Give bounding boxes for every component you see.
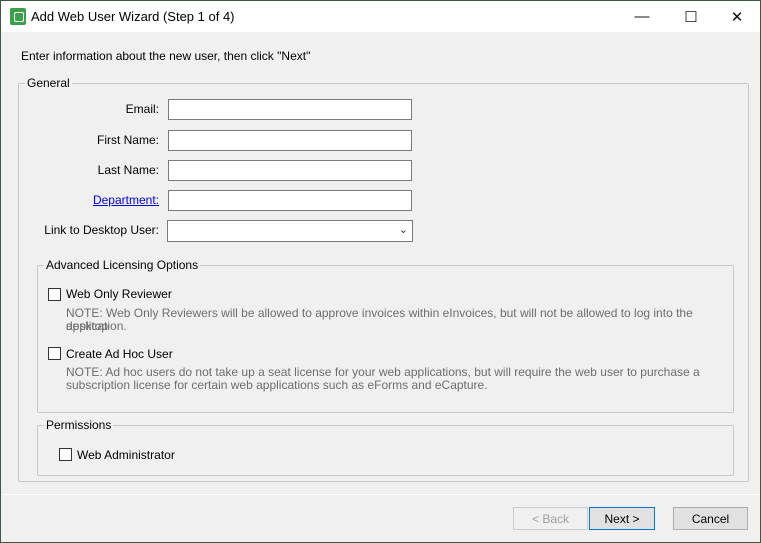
link-desktop-user-label: Link to Desktop User: (44, 223, 159, 237)
adhoc-note-line2: subscription license for certain web app… (66, 378, 488, 392)
close-button[interactable]: ✕ (714, 1, 760, 32)
general-legend: General (25, 76, 72, 90)
email-label: Email: (125, 102, 159, 116)
create-ad-hoc-user-checkbox[interactable] (48, 347, 61, 360)
last-name-label: Last Name: (97, 163, 159, 177)
back-button[interactable]: < Back (513, 507, 588, 530)
app-icon (10, 8, 26, 25)
email-input[interactable] (168, 99, 412, 120)
create-ad-hoc-user-label[interactable]: Create Ad Hoc User (66, 347, 173, 361)
first-name-input[interactable] (168, 130, 412, 151)
window-title: Add Web User Wizard (Step 1 of 4) (31, 9, 235, 24)
first-name-label: First Name: (96, 133, 159, 147)
web-administrator-checkbox[interactable] (59, 448, 72, 461)
web-only-note-line2: application. (66, 319, 127, 333)
cancel-button[interactable]: Cancel (673, 507, 748, 530)
web-only-reviewer-checkbox[interactable] (48, 288, 61, 301)
link-desktop-user-dropdown[interactable]: ⌄ (167, 220, 413, 242)
permissions-legend: Permissions (44, 418, 114, 432)
minimize-button[interactable]: — (619, 1, 665, 32)
department-link[interactable]: Department: (93, 193, 159, 207)
maximize-button[interactable]: ☐ (668, 1, 714, 32)
last-name-input[interactable] (168, 160, 412, 181)
advanced-legend: Advanced Licensing Options (44, 258, 201, 272)
instruction-text: Enter information about the new user, th… (21, 49, 311, 63)
chevron-down-icon: ⌄ (398, 224, 408, 236)
department-input[interactable] (168, 190, 412, 211)
footer-divider (2, 494, 759, 495)
web-administrator-label[interactable]: Web Administrator (77, 448, 175, 462)
wizard-window: Add Web User Wizard (Step 1 of 4) — ☐ ✕ … (0, 0, 761, 543)
next-button[interactable]: Next > (589, 507, 655, 530)
title-bar: Add Web User Wizard (Step 1 of 4) — ☐ ✕ (1, 1, 760, 32)
web-only-reviewer-label[interactable]: Web Only Reviewer (66, 287, 172, 301)
